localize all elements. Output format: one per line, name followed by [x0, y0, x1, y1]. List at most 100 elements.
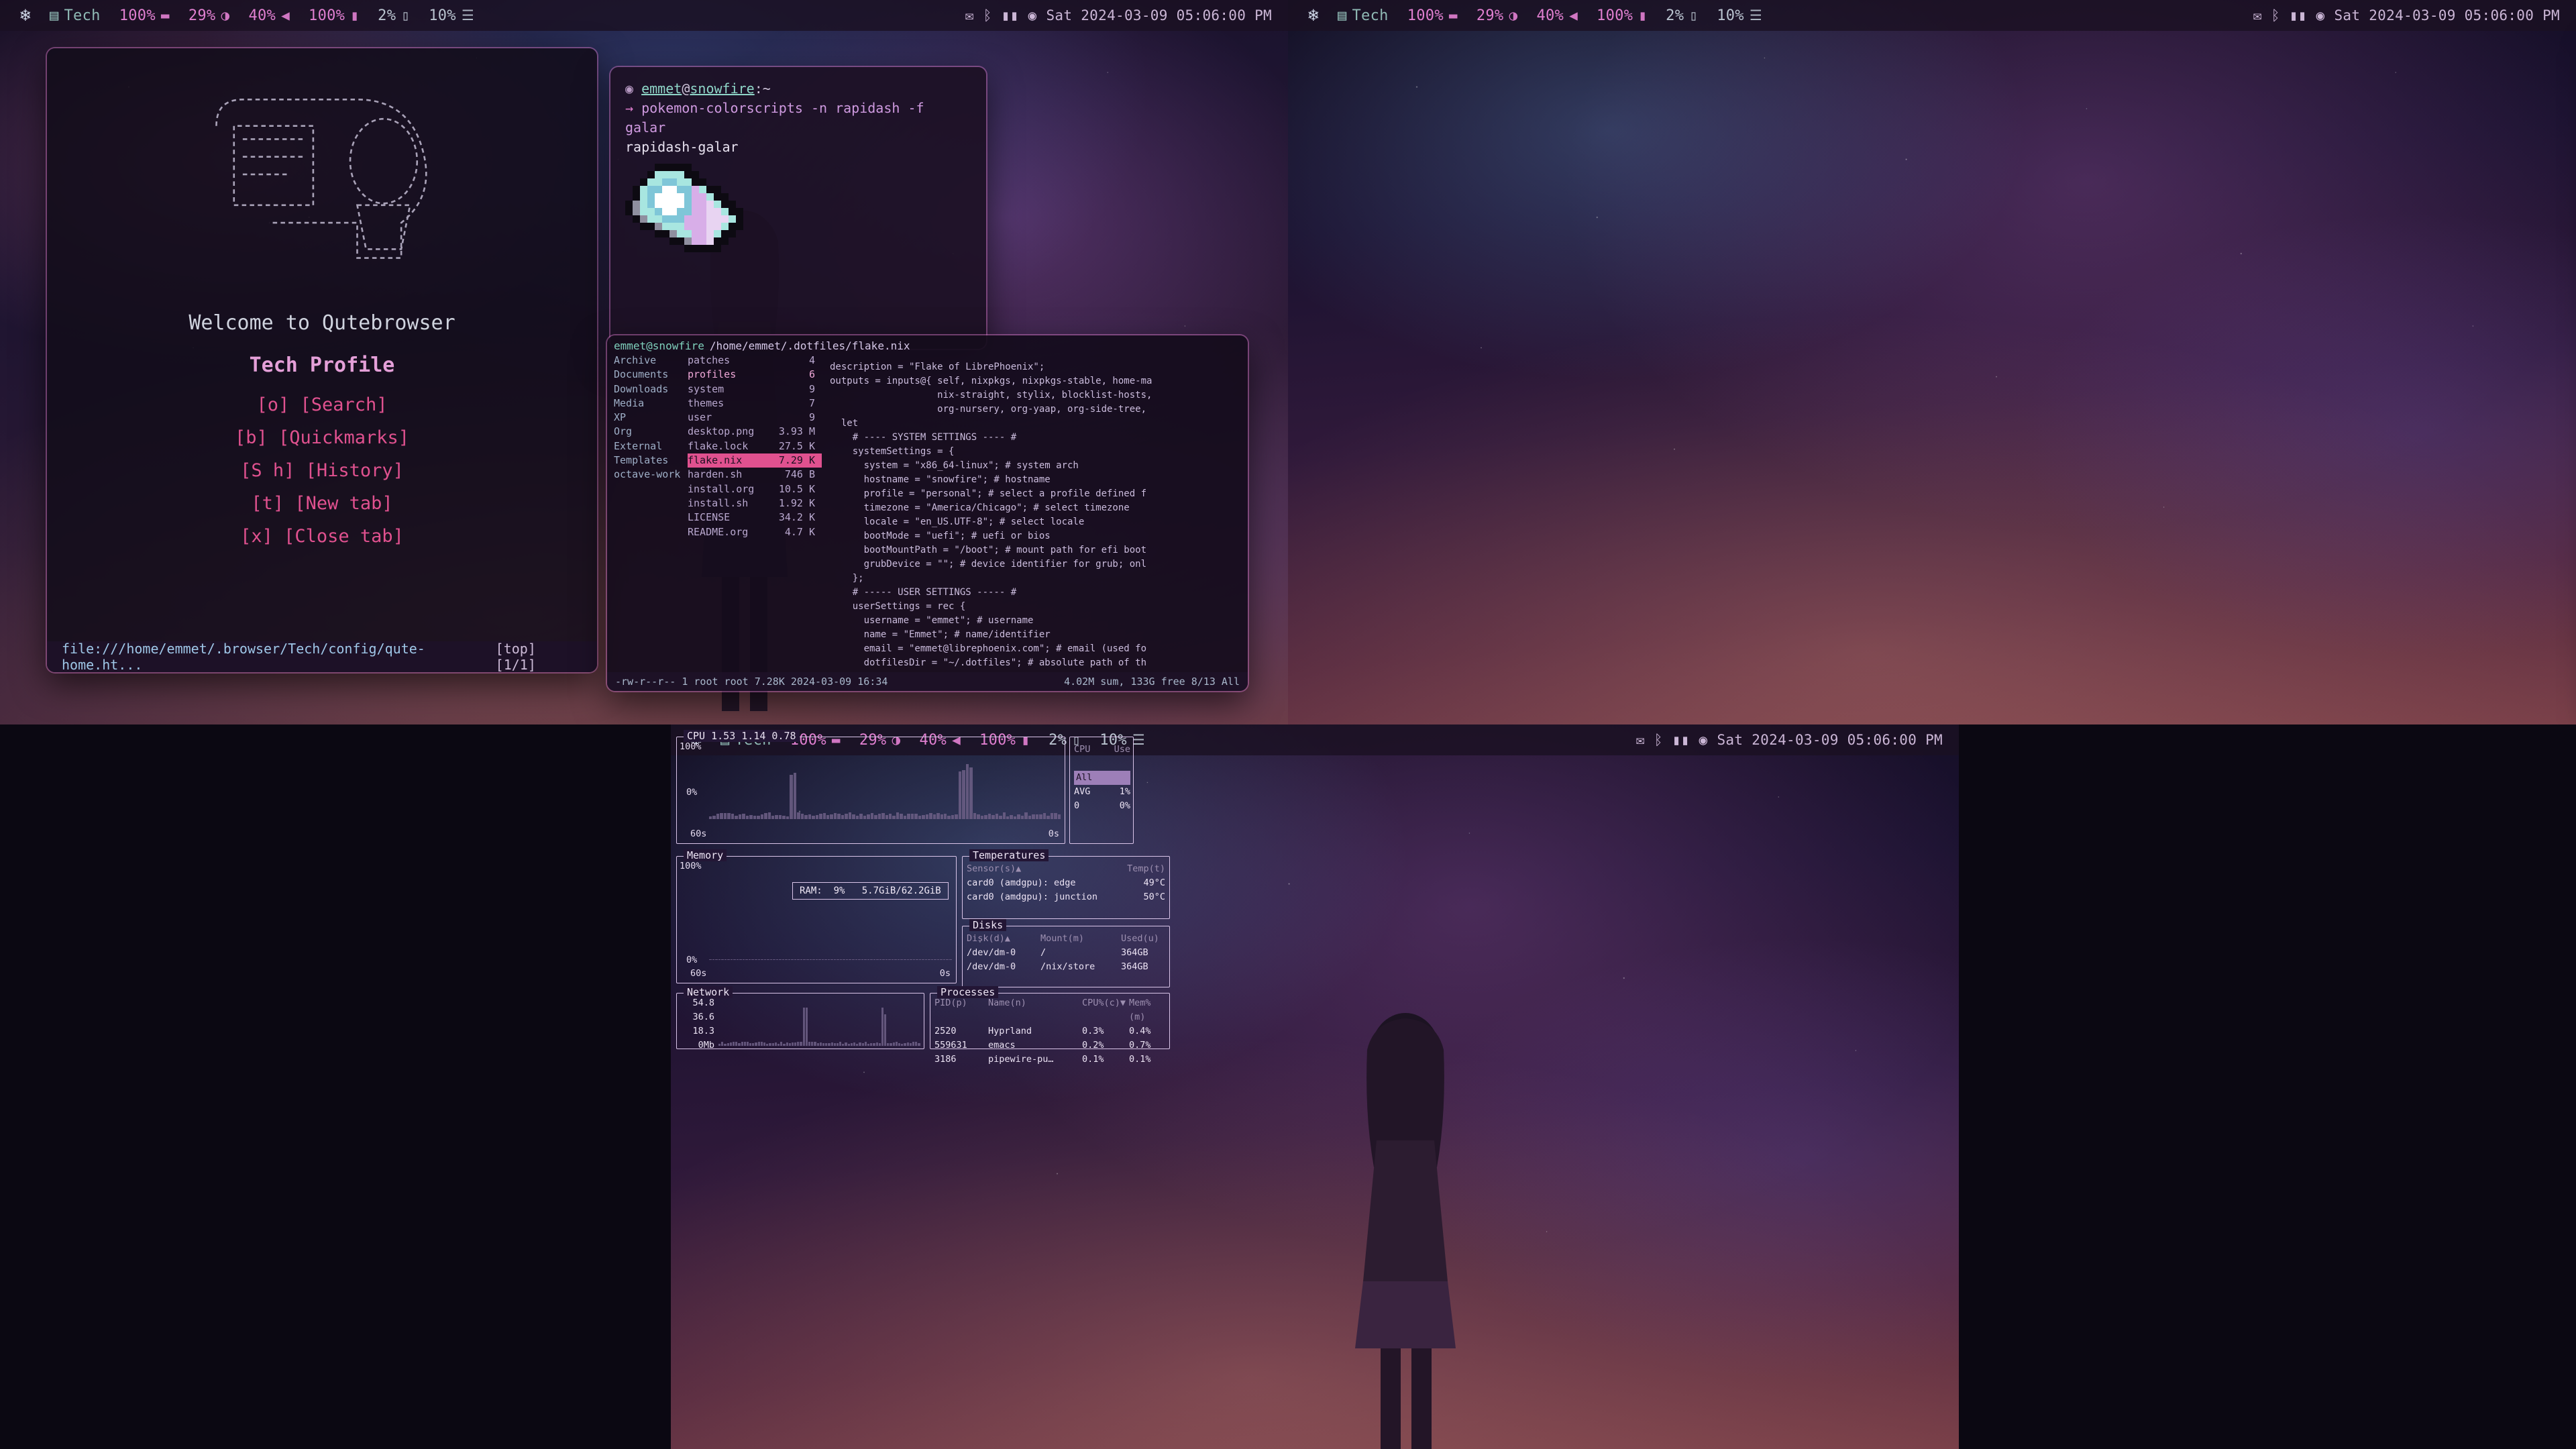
btop-cpu-box[interactable]: CPU 1.53 1.14 0.78 100% 0% 60s 0s: [676, 737, 1065, 844]
btop-temperatures-box[interactable]: Temperatures Sensor(s)▲ Temp(t) card0 (amd…: [962, 856, 1170, 919]
waybar-tray[interactable]: ✉ ᛒ ▮▮ ◉ Sat 2024-03-09 05:06:00 PM: [965, 7, 1277, 23]
graph-bar: [873, 1043, 875, 1046]
ranger-column-preview[interactable]: description = "Flake of LibrePhoenix"; ou…: [822, 354, 1248, 677]
qutebrowser-link-close-tab[interactable]: [x] [Close tab]: [240, 526, 404, 547]
record-icon[interactable]: ◉: [1028, 7, 1037, 23]
ranger-parent-item[interactable]: XP: [614, 411, 688, 425]
ranger-parent-item[interactable]: Org: [614, 425, 688, 439]
ranger-parent-item[interactable]: Documents: [614, 368, 688, 382]
ranger-file-item[interactable]: flake.nix 7.29 K: [688, 453, 822, 468]
waybar-tray-right[interactable]: ✉ ᛒ ▮▮ ◉ Sat 2024-03-09 05:06:00 PM: [2253, 7, 2565, 23]
brightness-module-right[interactable]: 100% ▬: [1398, 7, 1467, 24]
ranger-file-item[interactable]: README.org 4.7 K: [688, 525, 822, 539]
ranger-column-current[interactable]: patches 4 profiles 6 system 9 themes 7 user 9 desk…: [688, 354, 822, 677]
waybar-top-right[interactable]: ❄ ▤ Tech 100% ▬ 29% ◑ 40% ◀ 100% ▮ 2% ▯ …: [1288, 0, 2576, 31]
btop-cpu-usage-box[interactable]: CPU Use All AVG 1% 0 0%: [1069, 737, 1134, 844]
battery-module[interactable]: 29% ◑: [179, 7, 239, 24]
clock-label-bottom[interactable]: Sat 2024-03-09 05:06:00 PM: [1717, 732, 1943, 748]
btop-cpu-usage-row[interactable]: AVG 1%: [1074, 785, 1130, 799]
graph-bar: [876, 959, 879, 960]
btop-network-box[interactable]: Network 54.8 36.6 18.3 0Mb: [676, 993, 924, 1049]
cpu-module[interactable]: 2% ▯: [368, 7, 419, 24]
mic-module[interactable]: 100% ▮: [299, 7, 368, 24]
cpu-module-right[interactable]: 2% ▯: [1656, 7, 1707, 24]
graph-bar: [739, 814, 741, 819]
graph-bar: [721, 959, 724, 960]
nix-logo-icon[interactable]: ❄: [11, 5, 40, 25]
ranger-preview-line: # ----- USER SETTINGS ----- #: [830, 586, 1240, 600]
qutebrowser-link-quickmarks[interactable]: [b] [Quickmarks]: [235, 427, 409, 448]
ranger-file-item[interactable]: themes 7: [688, 396, 822, 411]
qutebrowser-link-history[interactable]: [S h] [History]: [240, 460, 404, 481]
btop-process-row[interactable]: 3186 pipewire-pu… 0.1% 0.1%: [934, 1053, 1165, 1067]
btop-processes-header[interactable]: PID(p) Name(n) CPU%(c)▼ Mem%(m): [934, 996, 1165, 1024]
ranger-window[interactable]: emmet@snowfire /home/emmet/.dotfiles/fla…: [607, 335, 1248, 691]
battery-module-right[interactable]: 29% ◑: [1467, 7, 1527, 24]
workspace-indicator-right[interactable]: ▤ Tech: [1328, 7, 1398, 24]
bluetooth-icon[interactable]: ᛒ: [983, 7, 992, 23]
ranger-file-item[interactable]: flake.lock 27.5 K: [688, 439, 822, 453]
brightness-module[interactable]: 100% ▬: [110, 7, 179, 24]
ranger-parent-item[interactable]: octave-work: [614, 468, 688, 482]
graph-bar: [870, 959, 873, 960]
btop-cpu-usage-row[interactable]: 0 0%: [1074, 799, 1130, 813]
network-icon[interactable]: ▮▮: [1002, 7, 1019, 23]
qutebrowser-window[interactable]: Welcome to Qutebrowser Tech Profile [o] …: [47, 48, 597, 672]
nix-logo-icon-right[interactable]: ❄: [1299, 5, 1328, 25]
btop-process-row[interactable]: 559631 emacs 0.2% 0.7%: [934, 1038, 1165, 1053]
ranger-parent-item[interactable]: Templates: [614, 453, 688, 468]
btop-processes-box[interactable]: Processes PID(p) Name(n) CPU%(c)▼ Mem%(m) 25…: [930, 993, 1170, 1049]
waybar-top-left[interactable]: ❄ ▤ Tech 100% ▬ 29% ◑ 40% ◀ 100% ▮ 2% ▯ …: [0, 0, 1288, 31]
graph-bar: [862, 1043, 864, 1046]
btop-memory-box[interactable]: Memory 100% 0% RAM: 9% 5.7GiB/62.2GiB 60…: [676, 856, 957, 983]
ranger-file-item[interactable]: profiles 6: [688, 368, 822, 382]
pokemon-command-line: → pokemon-colorscripts -n rapidash -f ga…: [625, 99, 971, 138]
ranger-column-parent[interactable]: Archive Documents Downloads Media XP Org Exter…: [607, 354, 688, 677]
bluetooth-icon-bottom[interactable]: ᛒ: [1654, 732, 1663, 748]
volume-module[interactable]: 40% ◀: [239, 7, 299, 24]
memory-module-right[interactable]: 10% ☰: [1707, 7, 1772, 24]
qutebrowser-links[interactable]: [o] [Search] [b] [Quickmarks] [S h] [His…: [235, 394, 409, 547]
ranger-file-item[interactable]: install.org 10.5 K: [688, 482, 822, 496]
btop-cpu-usage-row[interactable]: All: [1074, 771, 1130, 785]
btop-cpu-usage-header: CPU Use: [1074, 743, 1130, 757]
record-icon-right[interactable]: ◉: [2316, 7, 2325, 23]
ranger-parent-item[interactable]: Media: [614, 396, 688, 411]
mail-icon[interactable]: ✉: [965, 7, 974, 23]
ranger-file-item[interactable]: patches 4: [688, 354, 822, 368]
ranger-parent-item[interactable]: Downloads: [614, 382, 688, 396]
btop-window[interactable]: CPU 1.53 1.14 0.78 100% 0% 60s 0s CPU Use…: [671, 724, 1174, 1053]
workspace-indicator[interactable]: ▤ Tech: [40, 7, 110, 24]
ranger-file-item[interactable]: system 9: [688, 382, 822, 396]
memory-module[interactable]: 10% ☰: [419, 7, 484, 24]
qutebrowser-link-new-tab[interactable]: [t] [New tab]: [251, 493, 392, 514]
mic-module-right[interactable]: 100% ▮: [1587, 7, 1656, 24]
pokemon-terminal-window[interactable]: ◉ emmet@snowfire:~ → pokemon-colorscript…: [610, 67, 986, 349]
ranger-header-user: emmet@snowfire: [614, 339, 704, 352]
qutebrowser-link-search[interactable]: [o] [Search]: [256, 394, 387, 415]
ranger-file-item[interactable]: desktop.png 3.93 M: [688, 425, 822, 439]
qutebrowser-url: file:///home/emmet/.browser/Tech/config/…: [62, 641, 496, 672]
btop-disks-box[interactable]: Disks Disk(d)▲ Mount(m) Used(u) /dev/dm-0/3…: [962, 926, 1170, 987]
clock-label-right[interactable]: Sat 2024-03-09 05:06:00 PM: [2334, 7, 2560, 23]
ranger-parent-item[interactable]: External: [614, 439, 688, 453]
waybar-tray-bottom[interactable]: ✉ ᛒ ▮▮ ◉ Sat 2024-03-09 05:06:00 PM: [1636, 732, 1948, 748]
pokemon-command: pokemon-colorscripts -n rapidash -f gala…: [625, 100, 924, 136]
bluetooth-icon-right[interactable]: ᛒ: [2271, 7, 2280, 23]
memory-icon-right: ☰: [1750, 7, 1762, 23]
network-icon-bottom[interactable]: ▮▮: [1672, 732, 1690, 748]
record-icon-bottom[interactable]: ◉: [1699, 732, 1708, 748]
ranger-file-item[interactable]: LICENSE 34.2 K: [688, 511, 822, 525]
clock-label[interactable]: Sat 2024-03-09 05:06:00 PM: [1046, 7, 1272, 23]
volume-module-right[interactable]: 40% ◀: [1527, 7, 1587, 24]
ranger-file-item[interactable]: install.sh 1.92 K: [688, 496, 822, 511]
mail-icon-right[interactable]: ✉: [2253, 7, 2262, 23]
ranger-file-item[interactable]: user 9: [688, 411, 822, 425]
ranger-parent-item[interactable]: Archive: [614, 354, 688, 368]
mail-icon-bottom[interactable]: ✉: [1636, 732, 1645, 748]
ranger-file-item[interactable]: harden.sh 746 B: [688, 468, 822, 482]
btop-process-row[interactable]: 2520 Hyprland 0.3% 0.4%: [934, 1024, 1165, 1038]
network-icon-right[interactable]: ▮▮: [2290, 7, 2307, 23]
graph-bar: [831, 1042, 833, 1046]
btop-network-axis-label: 0Mb: [681, 1038, 714, 1053]
